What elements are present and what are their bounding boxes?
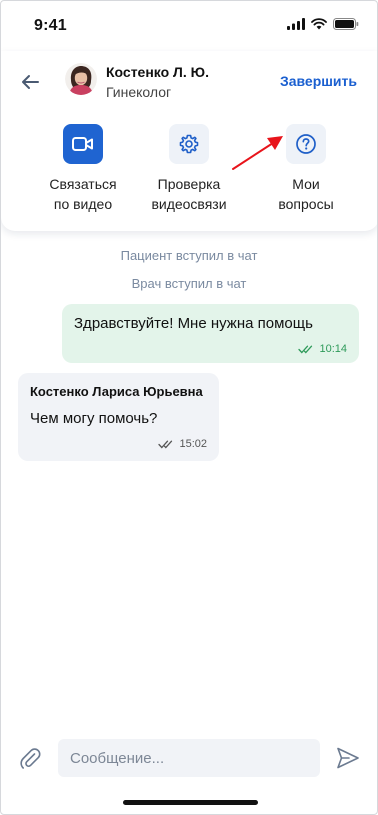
incoming-message[interactable]: Костенко Лариса Юрьевна Чем могу помочь?… (18, 373, 219, 461)
message-meta: 10:14 (298, 343, 347, 355)
phone-screen: 9:41 Костенко Л. Ю. Гинеколог Завершить … (0, 0, 378, 815)
send-button[interactable] (335, 745, 361, 771)
back-button[interactable] (17, 69, 43, 95)
status-icons (287, 18, 359, 30)
status-bar: 9:41 (1, 1, 377, 51)
video-call-action[interactable]: Связаться по видео (35, 124, 131, 214)
video-call-label: Связаться по видео (49, 176, 117, 212)
chat-header: Костенко Л. Ю. Гинеколог Завершить Связа… (1, 51, 377, 231)
arrow-left-icon (22, 75, 39, 89)
video-check-button[interactable] (169, 124, 209, 164)
paperclip-icon (20, 748, 41, 769)
message-sender: Костенко Лариса Юрьевна (30, 384, 203, 399)
double-check-icon (298, 345, 313, 353)
doctor-name: Костенко Л. Ю. (106, 64, 209, 80)
doctor-avatar (65, 63, 97, 95)
attach-button[interactable] (17, 745, 43, 771)
message-time: 10:14 (319, 343, 347, 355)
message-time: 15:02 (179, 438, 207, 450)
doctor-specialty: Гинеколог (106, 84, 172, 100)
finish-chat-button[interactable]: Завершить (280, 73, 357, 89)
message-text: Здравствуйте! Мне нужна помощь (74, 315, 313, 332)
cellular-signal-icon (287, 18, 305, 30)
system-message: Пациент вступил в чат (120, 248, 258, 263)
gear-icon (179, 134, 199, 154)
outgoing-message[interactable]: Здравствуйте! Мне нужна помощь 10:14 (62, 304, 359, 363)
message-text: Чем могу помочь? (30, 410, 158, 427)
send-icon (337, 747, 359, 769)
message-meta: 15:02 (158, 438, 207, 450)
question-circle-icon (296, 134, 316, 154)
system-message: Врач вступил в чат (131, 276, 247, 291)
message-input[interactable] (58, 739, 320, 777)
my-questions-button[interactable] (286, 124, 326, 164)
video-camera-icon (72, 137, 93, 151)
battery-icon (333, 18, 359, 30)
home-indicator (123, 800, 258, 805)
double-check-icon (158, 440, 173, 448)
video-call-button[interactable] (63, 124, 103, 164)
my-questions-label: Мои вопросы (278, 176, 334, 212)
status-time: 9:41 (34, 17, 67, 34)
my-questions-action[interactable]: Мои вопросы (258, 124, 354, 214)
wifi-icon (311, 18, 327, 30)
video-check-action[interactable]: Проверка видеосвязи (141, 124, 237, 214)
video-check-label: Проверка видеосвязи (151, 176, 227, 212)
